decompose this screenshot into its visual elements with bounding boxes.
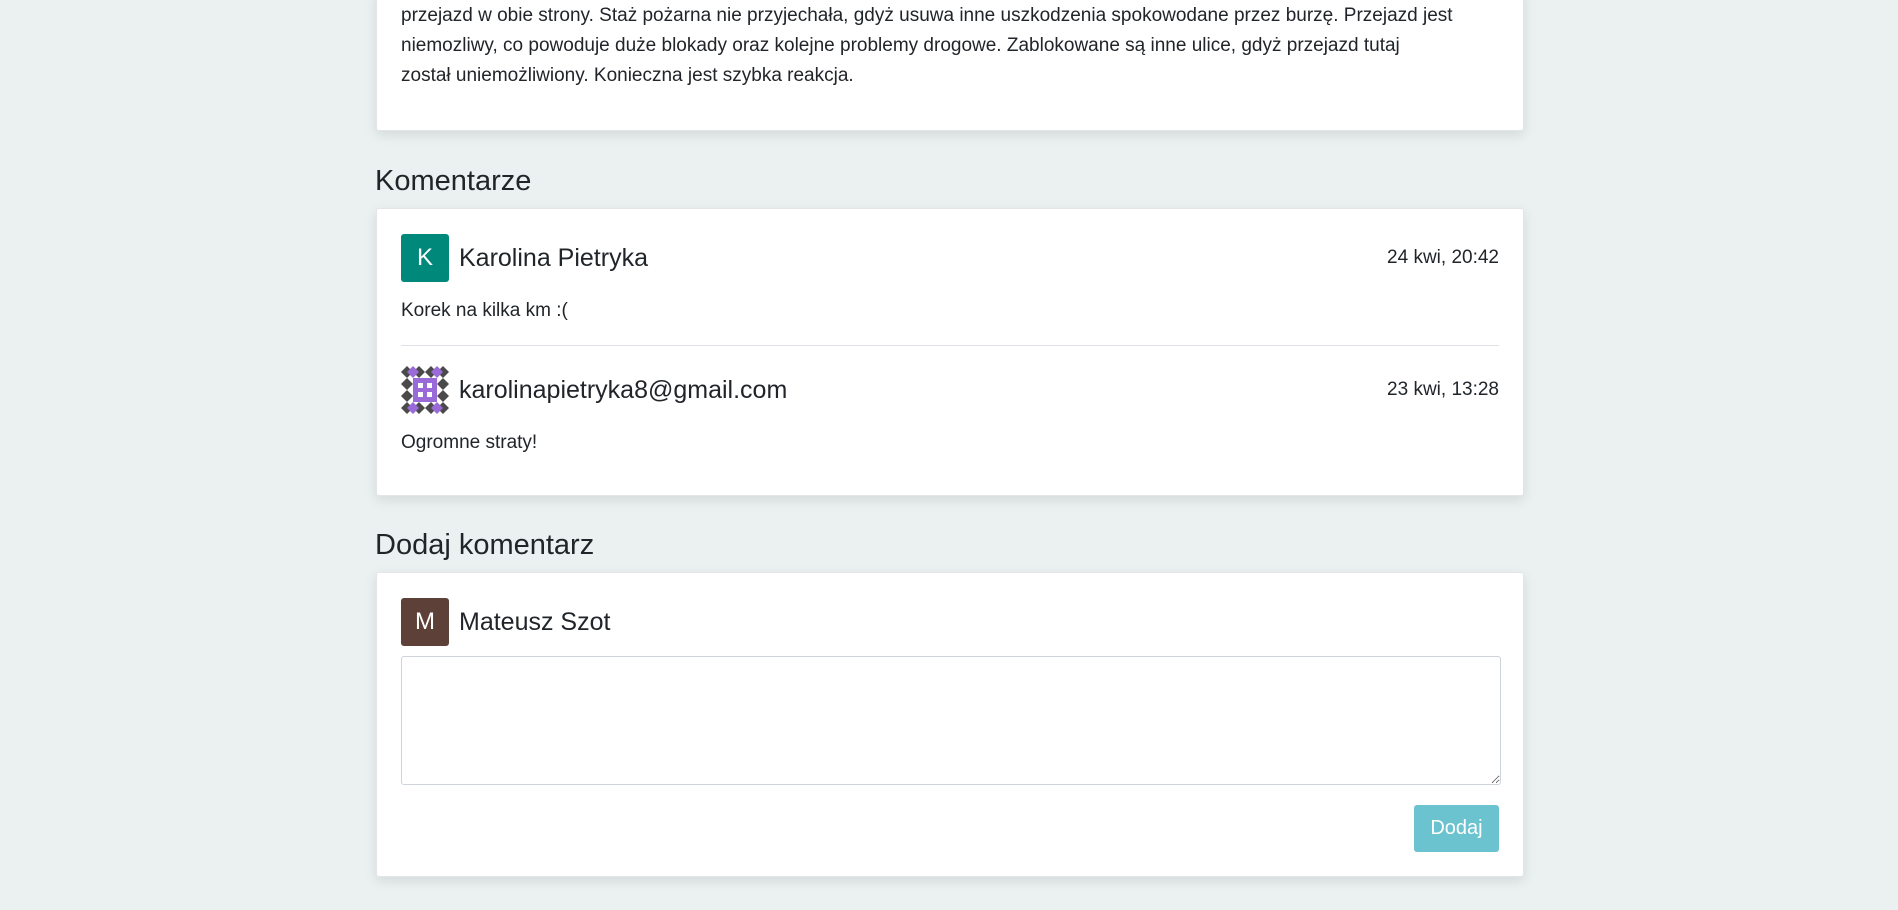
identicon-icon: [401, 366, 449, 414]
page: przejazd w obie strony. Staż pożarna nie…: [0, 0, 1898, 910]
comment-date: 24 kwi, 20:42: [1387, 247, 1499, 268]
description-line: przejazd w obie strony. Staż pożarna nie…: [401, 5, 1453, 26]
report-description: przejazd w obie strony. Staż pożarna nie…: [401, 1, 1499, 91]
comments-card: K Karolina Pietryka 24 kwi, 20:42 Korek …: [376, 208, 1524, 496]
add-comment-button[interactable]: Dodaj: [1414, 805, 1499, 852]
comment-item: K Karolina Pietryka 24 kwi, 20:42 Korek …: [401, 209, 1499, 346]
comment-text: Korek na kilka km :(: [401, 300, 568, 321]
add-comment-heading: Dodaj komentarz: [375, 529, 595, 561]
comment-header: karolinapietryka8@gmail.com 23 kwi, 13:2…: [401, 366, 1499, 414]
add-comment-card: M Mateusz Szot Dodaj: [376, 572, 1524, 877]
avatar: M: [401, 598, 449, 646]
avatar: K: [401, 234, 449, 282]
description-line: niemozliwy, co powoduje duże blokady ora…: [401, 35, 1400, 56]
report-description-card: przejazd w obie strony. Staż pożarna nie…: [376, 0, 1524, 131]
identicon-avatar: [401, 366, 449, 414]
comment-textarea[interactable]: [401, 656, 1501, 785]
current-user-name: Mateusz Szot: [459, 607, 611, 636]
description-line: został uniemożliwiony. Konieczna jest sz…: [401, 65, 854, 86]
current-user: M Mateusz Szot: [401, 598, 1499, 646]
comment-header: K Karolina Pietryka 24 kwi, 20:42: [401, 234, 1499, 282]
comment-author: karolinapietryka8@gmail.com: [459, 375, 788, 404]
comment-text: Ogromne straty!: [401, 432, 538, 453]
submit-row: Dodaj: [401, 805, 1499, 852]
comment-item: karolinapietryka8@gmail.com 23 kwi, 13:2…: [401, 346, 1499, 456]
comment-date: 23 kwi, 13:28: [1387, 379, 1499, 400]
comments-heading: Komentarze: [375, 165, 532, 197]
comment-author: Karolina Pietryka: [459, 243, 648, 272]
